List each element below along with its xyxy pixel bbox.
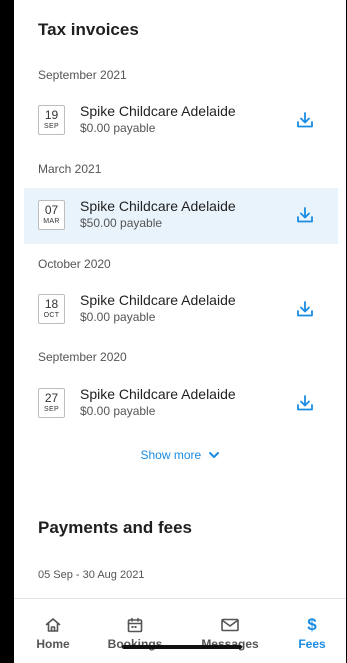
group-label-march-2021: March 2021 xyxy=(38,162,102,176)
tab-messages[interactable]: Messages xyxy=(198,599,262,651)
date-month: SEP xyxy=(44,406,59,413)
download-icon xyxy=(297,207,313,223)
download-button[interactable] xyxy=(294,204,316,226)
invoice-provider: Spike Childcare Adelaide xyxy=(80,198,236,214)
date-badge: 19 SEP xyxy=(38,105,65,135)
tax-invoices-heading: Tax invoices xyxy=(38,20,139,39)
date-month: SEP xyxy=(44,123,59,130)
download-icon xyxy=(297,112,313,128)
date-badge: 07 MAR xyxy=(38,200,65,230)
invoice-row[interactable]: 27 SEP Spike Childcare Adelaide $0.00 pa… xyxy=(24,376,338,432)
date-badge: 27 SEP xyxy=(38,388,65,418)
tab-home-label: Home xyxy=(36,637,70,651)
dollar-icon: $ xyxy=(307,615,317,634)
invoice-amount: $50.00 payable xyxy=(80,216,163,230)
download-icon xyxy=(297,395,313,411)
show-more-button[interactable]: Show more xyxy=(14,447,346,462)
date-day: 27 xyxy=(44,391,59,405)
invoice-amount: $0.00 payable xyxy=(80,404,156,418)
calendar-icon xyxy=(126,615,144,635)
group-label-october-2020: October 2020 xyxy=(38,257,111,271)
tab-home[interactable]: Home xyxy=(28,599,78,651)
payments-and-fees-heading: Payments and fees xyxy=(38,518,193,537)
date-day: 18 xyxy=(44,297,59,311)
group-label-september-2020: September 2020 xyxy=(38,350,127,364)
chevron-down-icon xyxy=(208,451,219,458)
tab-fees-label: Fees xyxy=(298,637,326,651)
invoice-row[interactable]: 19 SEP Spike Childcare Adelaide $0.00 pa… xyxy=(24,93,338,149)
home-icon xyxy=(44,615,62,635)
download-icon xyxy=(297,301,313,317)
bottom-tab-bar: Home Bookings Messages $ Fees xyxy=(14,598,346,663)
date-month: MAR xyxy=(43,218,60,225)
download-button[interactable] xyxy=(294,109,316,131)
download-button[interactable] xyxy=(294,392,316,414)
tab-fees[interactable]: $ Fees xyxy=(290,599,334,651)
mail-icon xyxy=(220,615,240,635)
show-more-label: Show more xyxy=(140,447,202,462)
payments-date-range: 05 Sep - 30 Aug 2021 xyxy=(38,569,145,581)
date-badge: 18 OCT xyxy=(38,294,65,324)
invoice-provider: Spike Childcare Adelaide xyxy=(80,103,236,119)
invoice-provider: Spike Childcare Adelaide xyxy=(80,292,236,308)
app-screen: Tax invoices September 2021 19 SEP Spike… xyxy=(14,0,346,663)
date-day: 07 xyxy=(44,203,59,217)
date-month: OCT xyxy=(43,312,60,319)
invoice-amount: $0.00 payable xyxy=(80,310,156,324)
invoice-amount: $0.00 payable xyxy=(80,121,156,135)
date-day: 19 xyxy=(44,108,59,122)
home-indicator xyxy=(122,645,242,649)
group-label-september-2021: September 2021 xyxy=(38,68,127,82)
invoice-row[interactable]: 07 MAR Spike Childcare Adelaide $50.00 p… xyxy=(24,188,338,244)
download-button[interactable] xyxy=(294,298,316,320)
invoice-row[interactable]: 18 OCT Spike Childcare Adelaide $0.00 pa… xyxy=(24,282,338,338)
invoice-provider: Spike Childcare Adelaide xyxy=(80,386,236,402)
tab-bookings[interactable]: Bookings xyxy=(106,599,164,651)
